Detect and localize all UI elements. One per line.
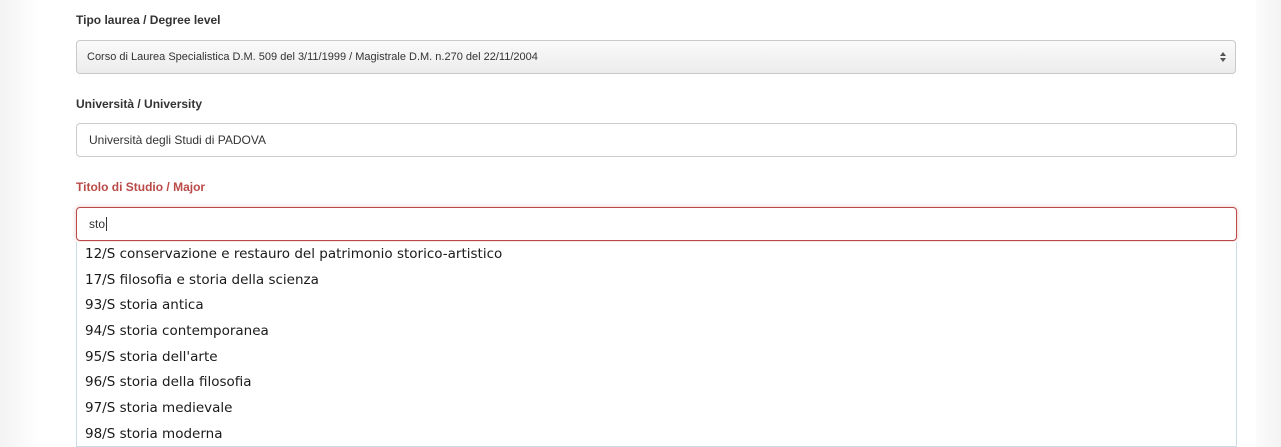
degree-level-selected-value: Corso di Laurea Specialistica D.M. 509 d… (87, 51, 538, 63)
autocomplete-option[interactable]: 93/S storia antica (77, 293, 1236, 319)
major-label: Titolo di Studio / Major (76, 180, 206, 194)
text-caret (106, 217, 108, 231)
degree-level-select[interactable]: Corso di Laurea Specialistica D.M. 509 d… (76, 40, 1236, 74)
select-arrows-icon (1219, 50, 1227, 64)
university-input[interactable]: Università degli Studi di PADOVA (76, 123, 1237, 157)
university-input-value: Università degli Studi di PADOVA (89, 133, 266, 147)
autocomplete-option[interactable]: 98/S storia moderna (77, 422, 1236, 446)
autocomplete-option[interactable]: 12/S conservazione e restauro del patrim… (77, 242, 1236, 268)
autocomplete-dropdown: 12/S conservazione e restauro del patrim… (76, 242, 1237, 447)
major-input-value: sto (89, 217, 106, 231)
autocomplete-option[interactable]: 17/S filosofia e storia della scienza (77, 268, 1236, 294)
degree-level-label: Tipo laurea / Degree level (76, 13, 221, 27)
university-label: Università / University (76, 97, 203, 111)
autocomplete-option[interactable]: 94/S storia contemporanea (77, 319, 1236, 345)
autocomplete-option[interactable]: 96/S storia della filosofia (77, 370, 1236, 396)
autocomplete-option[interactable]: 95/S storia dell'arte (77, 345, 1236, 371)
autocomplete-option[interactable]: 97/S storia medievale (77, 396, 1236, 422)
major-input[interactable]: sto (76, 207, 1237, 241)
